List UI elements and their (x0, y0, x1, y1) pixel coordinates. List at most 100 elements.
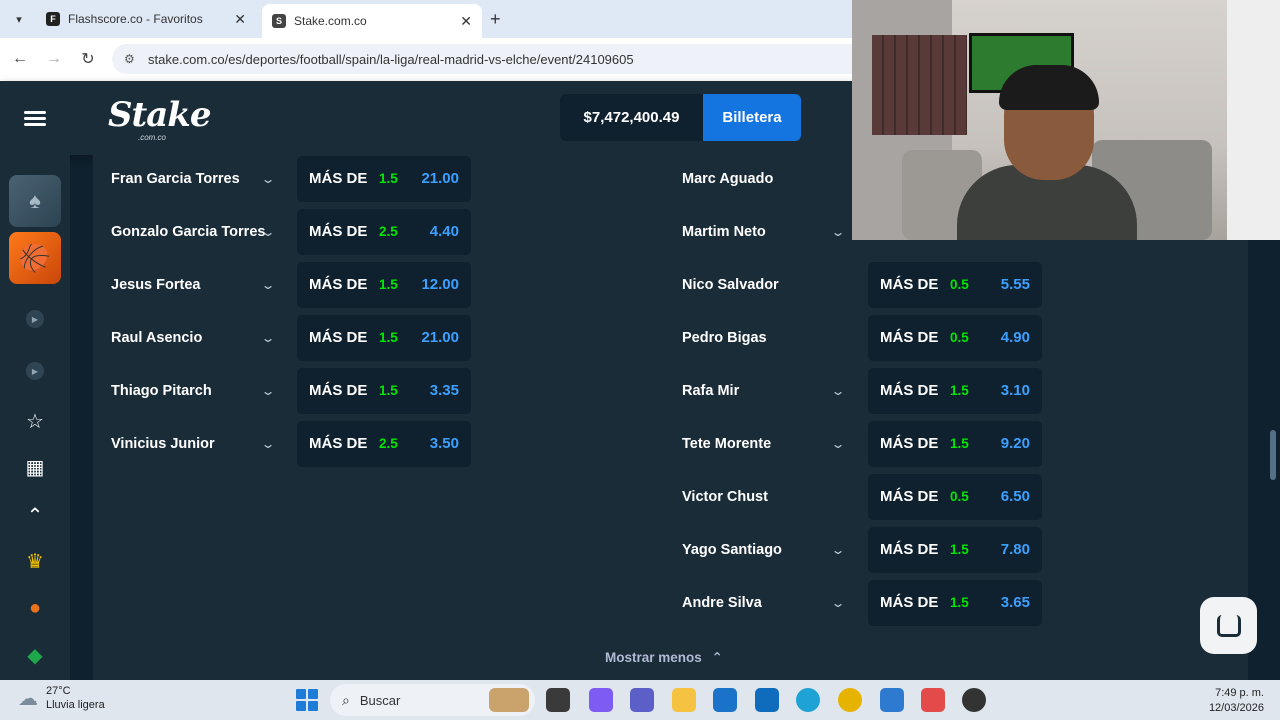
sidebar-item-live[interactable]: ▶ (0, 299, 70, 339)
chrome-app-icon[interactable] (838, 688, 862, 712)
tab-close-icon[interactable]: ✕ (234, 11, 246, 28)
shelf (872, 35, 967, 135)
chevron-down-icon[interactable]: ⌄ (260, 437, 275, 451)
tab-close-icon[interactable]: ✕ (460, 13, 472, 30)
odds-label: MÁS DE (880, 435, 939, 452)
odds-price: 12.00 (421, 276, 459, 293)
address-bar[interactable]: ⚙ stake.com.co/es/deportes/football/spai… (112, 44, 852, 74)
stake-logo[interactable]: Stake (108, 95, 211, 135)
odds-price: 3.35 (429, 382, 459, 399)
player-name: Raul Asencio (111, 330, 203, 346)
tab-list-chevron-icon[interactable]: ▾ (8, 8, 30, 30)
new-tab-icon[interactable]: + (490, 9, 501, 30)
casino-cards-icon[interactable]: ♠ (9, 175, 61, 227)
browser-toolbar: ← → ↻ ⚙ stake.com.co/es/deportes/footbal… (0, 38, 852, 81)
odds-button[interactable]: MÁS DE 1.5 3.65 (868, 580, 1042, 626)
odds-button[interactable]: MÁS DE 2.5 4.40 (297, 209, 471, 255)
odds-button[interactable]: MÁS DE 1.5 9.20 (868, 421, 1042, 467)
chevron-down-icon[interactable]: ⌄ (260, 172, 275, 186)
player-name: Jesus Fortea (111, 277, 201, 293)
terminal-app-icon[interactable] (546, 688, 570, 712)
back-icon[interactable]: ← (10, 49, 30, 69)
trophy-icon[interactable]: ♛ (0, 541, 70, 581)
notepad-app-icon[interactable] (880, 688, 904, 712)
odds-button[interactable]: MÁS DE 1.5 21.00 (297, 315, 471, 361)
chevron-down-icon[interactable]: ⌄ (830, 437, 845, 451)
player-name: Nico Salvador (682, 277, 779, 293)
weather-condition: Lluvia ligera (46, 699, 105, 711)
logo-subtitle: .com.co (138, 133, 167, 142)
clock-time: 7:49 p. m. (1215, 687, 1264, 699)
player-name: Martim Neto (682, 224, 766, 240)
live-chat-button[interactable] (1200, 597, 1257, 654)
taskbar-search[interactable]: ⌕ Buscar (330, 684, 535, 716)
forward-icon[interactable]: → (44, 49, 64, 69)
odds-button[interactable]: MÁS DE 1.5 12.00 (297, 262, 471, 308)
chevron-down-icon[interactable]: ⌄ (260, 225, 275, 239)
odds-line: 1.5 (950, 595, 969, 610)
letter-wall (1227, 0, 1280, 240)
windows-start-icon[interactable] (296, 689, 318, 711)
calendar-icon[interactable]: ▦ (0, 447, 70, 487)
odds-label: MÁS DE (880, 541, 939, 558)
odds-line: 1.5 (379, 171, 398, 186)
obs-app-icon[interactable] (962, 688, 986, 712)
odds-button[interactable]: MÁS DE 1.5 3.35 (297, 368, 471, 414)
odds-line: 1.5 (950, 383, 969, 398)
odds-button[interactable]: MÁS DE 0.5 4.90 (868, 315, 1042, 361)
tab-stake[interactable]: S Stake.com.co ✕ (262, 4, 482, 38)
basketball-promo-icon[interactable]: 🏀 (9, 232, 61, 284)
menu-icon[interactable] (0, 81, 70, 155)
balance-display[interactable]: $7,472,400.49 (560, 94, 703, 141)
store-app-icon[interactable] (713, 688, 737, 712)
webcam-overlay (852, 0, 1280, 240)
search-icon: ⌕ (342, 691, 350, 708)
chevron-down-icon[interactable]: ⌄ (260, 278, 275, 292)
odds-label: MÁS DE (880, 488, 939, 505)
wallet-button[interactable]: Billetera (703, 94, 801, 141)
chevron-down-icon[interactable]: ⌄ (830, 384, 845, 398)
player-name: Andre Silva (682, 595, 762, 611)
basketball-icon[interactable]: ● (0, 588, 70, 628)
outlook-app-icon[interactable] (755, 688, 779, 712)
page-scrollbar[interactable] (1270, 430, 1276, 480)
odds-button[interactable]: MÁS DE 2.5 3.50 (297, 421, 471, 467)
streamer-cap (999, 65, 1099, 110)
brazil-flag-icon[interactable]: ◆ (0, 635, 70, 675)
tab-flashscore[interactable]: F Flashscore.co - Favoritos ✕ (36, 4, 256, 34)
odds-button[interactable]: MÁS DE 0.5 6.50 (868, 474, 1042, 520)
chevron-down-icon[interactable]: ⌄ (830, 596, 845, 610)
odds-price: 21.00 (421, 170, 459, 187)
odds-button[interactable]: MÁS DE 0.5 5.55 (868, 262, 1042, 308)
chevron-down-icon[interactable]: ⌄ (260, 384, 275, 398)
site-info-icon[interactable]: ⚙ (124, 52, 135, 66)
rank-chevrons-icon[interactable]: ⌃ (0, 495, 70, 535)
show-less-button[interactable]: Mostrar menos ⌃ (605, 650, 723, 666)
odds-label: MÁS DE (880, 594, 939, 611)
chevron-up-icon: ⌃ (711, 650, 723, 665)
show-less-label: Mostrar menos (605, 650, 702, 665)
odds-button[interactable]: MÁS DE 1.5 7.80 (868, 527, 1042, 573)
weather-widget[interactable]: ☁ 27°C Lluvia ligera (18, 684, 105, 712)
favorites-star-icon[interactable]: ☆ (0, 401, 70, 441)
sidebar-item-upcoming[interactable]: ▶ (0, 351, 70, 391)
system-clock[interactable]: 7:49 p. m. 12/03/2026 (1209, 686, 1264, 716)
odds-button[interactable]: MÁS DE 1.5 21.00 (297, 156, 471, 202)
edge-app-icon[interactable] (796, 688, 820, 712)
chevron-down-icon[interactable]: ⌄ (830, 225, 845, 239)
flashscore-favicon-icon: F (46, 12, 60, 26)
chevron-down-icon[interactable]: ⌄ (830, 543, 845, 557)
odds-label: MÁS DE (309, 223, 368, 240)
odds-price: 4.40 (429, 223, 459, 240)
odds-line: 2.5 (379, 224, 398, 239)
reload-icon[interactable]: ↻ (78, 49, 98, 69)
odds-button[interactable]: MÁS DE 1.5 3.10 (868, 368, 1042, 414)
teams-app-icon[interactable] (630, 688, 654, 712)
chevron-down-icon[interactable]: ⌄ (260, 331, 275, 345)
player-name: Rafa Mir (682, 383, 740, 399)
url-text: stake.com.co/es/deportes/football/spain/… (148, 51, 634, 67)
stream-app-icon[interactable] (921, 688, 945, 712)
file-explorer-icon[interactable] (672, 688, 696, 712)
copilot-app-icon[interactable] (589, 688, 613, 712)
odds-label: MÁS DE (880, 276, 939, 293)
